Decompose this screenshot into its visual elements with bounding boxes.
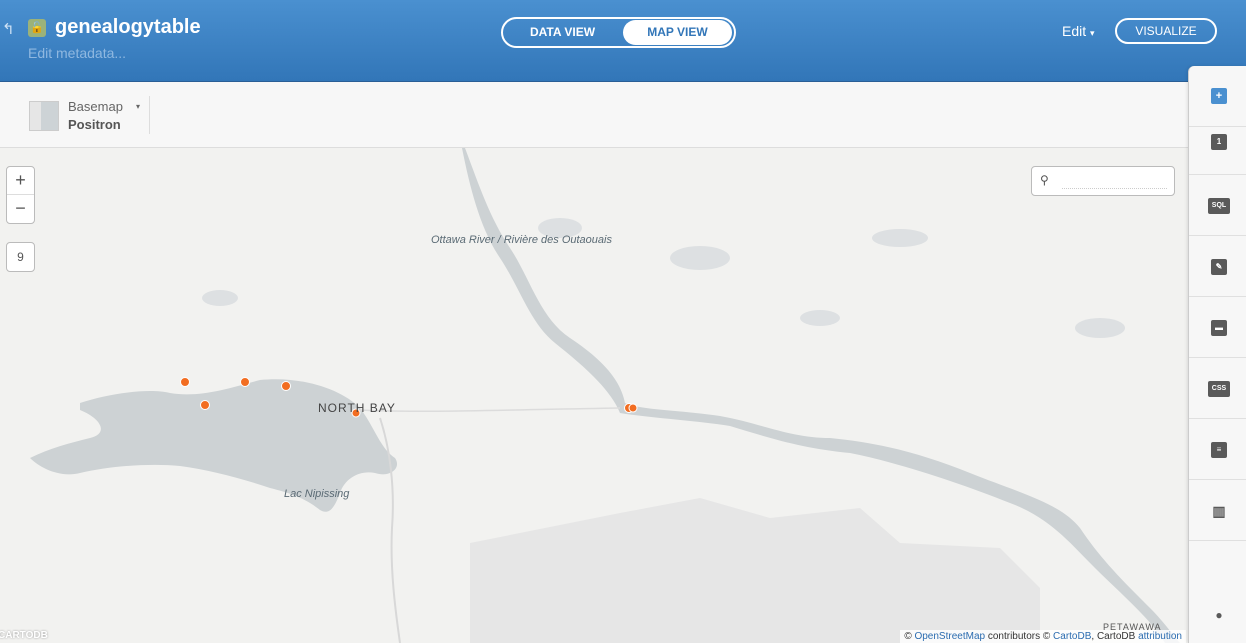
park-area (470, 498, 1040, 643)
map-tiles (30, 148, 1180, 643)
infowindow-tab[interactable]: ▬ (1189, 297, 1246, 358)
lake-label: Lac Nipissing (284, 488, 350, 500)
pin-icon: ● (1215, 608, 1223, 622)
data-point[interactable] (240, 377, 250, 387)
cartodb-logo: CARTODB (0, 630, 48, 641)
data-point[interactable] (200, 400, 210, 410)
cartodb-link[interactable]: CartoDB (1053, 631, 1091, 642)
back-arrow-icon[interactable]: ↰ (2, 20, 15, 38)
chevron-down-icon: ▾ (1090, 28, 1095, 38)
css-tab[interactable]: CSS (1189, 358, 1246, 419)
add-layer-icon: + (1211, 88, 1227, 104)
map-view-button[interactable]: MAP VIEW (623, 20, 732, 45)
layer-number-icon: 1 (1211, 134, 1227, 150)
map-toolbar: Basemap Positron ▾ (0, 82, 1188, 148)
zoom-in-button[interactable]: + (7, 167, 34, 195)
brush-icon: ✎ (1211, 259, 1227, 275)
wizard-tab[interactable]: ✎ (1189, 236, 1246, 297)
visualize-button[interactable]: VISUALIZE (1115, 18, 1217, 44)
basemap-value[interactable]: Positron (68, 117, 121, 132)
speech-bubble-icon: ▬ (1211, 320, 1227, 336)
attribution-link[interactable]: attribution (1138, 631, 1182, 642)
sql-icon: SQL (1208, 198, 1230, 214)
layer-sidebar: + 1 SQL ✎ ▬ CSS ≡ ▥ ● (1188, 66, 1246, 643)
small-lake (872, 229, 928, 247)
small-lake (670, 246, 730, 270)
attribution-mid2: , CartoDB (1091, 631, 1139, 642)
sql-tab[interactable]: SQL (1189, 175, 1246, 236)
attribution-mid: contributors © (985, 631, 1054, 642)
bar-chart-icon: ▥ (1212, 503, 1226, 519)
data-point[interactable] (628, 403, 638, 413)
legend-icon: ≡ (1211, 442, 1227, 458)
map-canvas[interactable]: Ottawa River / Rivière des Outaouais NOR… (0, 148, 1188, 643)
data-view-button[interactable]: DATA VIEW (505, 20, 620, 45)
basemap-thumbnail[interactable] (29, 101, 59, 131)
edit-metadata-link[interactable]: Edit metadata... (28, 45, 126, 61)
basemap-label[interactable]: Basemap (68, 99, 123, 114)
small-lake (202, 290, 238, 306)
openstreetmap-link[interactable]: OpenStreetMap (914, 631, 985, 642)
search-input[interactable] (1062, 173, 1167, 189)
data-point[interactable] (281, 381, 291, 391)
annotation-tab[interactable]: ● (1189, 541, 1246, 622)
zoom-out-button[interactable]: − (7, 195, 34, 223)
header-bar: ↰ 🔓 genealogytable Edit metadata... DATA… (0, 0, 1246, 82)
chevron-down-icon[interactable]: ▾ (136, 102, 140, 111)
map-attribution: © OpenStreetMap contributors © CartoDB, … (900, 630, 1186, 643)
legend-tab[interactable]: ≡ (1189, 419, 1246, 480)
attribution-prefix: © (904, 631, 915, 642)
zoom-control: + − (6, 166, 35, 224)
small-lake (800, 310, 840, 326)
layer-1-tab[interactable]: 1 (1189, 111, 1246, 175)
highway-road (359, 407, 621, 413)
search-icon[interactable]: ⚲ (1040, 173, 1049, 187)
filters-tab[interactable]: ▥ (1189, 480, 1246, 541)
river-label: Ottawa River / Rivière des Outaouais (431, 234, 612, 246)
map-search-box: ⚲ (1031, 166, 1175, 196)
edit-label: Edit (1062, 23, 1087, 39)
edit-dropdown[interactable]: Edit ▾ (1062, 23, 1095, 39)
lock-icon[interactable]: 🔓 (28, 19, 46, 37)
zoom-level-indicator: 9 (6, 242, 35, 272)
small-lake (1075, 318, 1125, 338)
city-label: NORTH BAY (318, 401, 396, 415)
toolbar-divider (149, 96, 150, 134)
view-switch: DATA VIEW MAP VIEW (501, 17, 736, 48)
table-title[interactable]: genealogytable (55, 16, 201, 39)
css-icon: CSS (1208, 381, 1230, 397)
data-point[interactable] (180, 377, 190, 387)
